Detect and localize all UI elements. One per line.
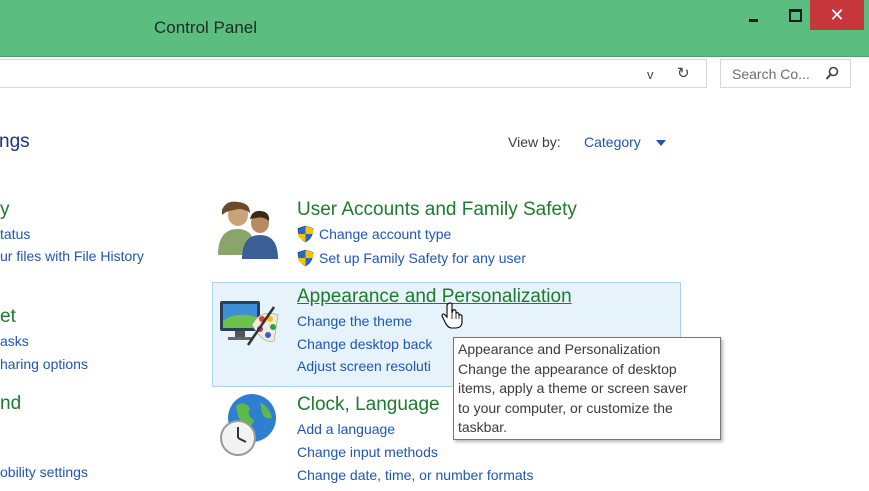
link-add-language[interactable]: Add a language: [297, 421, 395, 437]
address-bar[interactable]: v ↻: [0, 59, 707, 88]
address-dropdown-button[interactable]: v: [647, 67, 654, 82]
link-change-input-methods[interactable]: Change input methods: [297, 444, 438, 460]
tooltip-line: to your computer, or customize the: [458, 399, 673, 416]
uac-shield-icon: [297, 225, 314, 248]
users-icon[interactable]: [216, 199, 280, 264]
search-placeholder: Search Co...: [732, 66, 810, 82]
tooltip-line: items, apply a theme or screen saver: [458, 380, 688, 396]
minimize-button[interactable]: [738, 0, 768, 30]
category-appearance-title[interactable]: Appearance and Personalization: [297, 286, 572, 308]
link-change-theme[interactable]: Change the theme: [297, 313, 412, 329]
view-by-label: View by:: [508, 134, 561, 150]
hand-cursor-icon: [440, 302, 466, 335]
maximize-button[interactable]: [780, 0, 810, 30]
uac-shield-icon: [297, 249, 314, 272]
page-heading: ngs: [0, 131, 30, 152]
left-link-tasks[interactable]: asks: [0, 333, 29, 349]
monitor-palette-icon[interactable]: [218, 295, 280, 356]
left-link-sharing-options[interactable]: haring options: [0, 356, 88, 372]
search-input[interactable]: Search Co...: [720, 59, 851, 88]
link-family-safety[interactable]: Set up Family Safety for any user: [319, 250, 526, 266]
search-icon[interactable]: [825, 66, 839, 86]
link-adjust-screen-resolution[interactable]: Adjust screen resoluti: [297, 358, 431, 374]
left-category-title-3[interactable]: nd: [0, 393, 21, 415]
globe-clock-icon[interactable]: [216, 392, 280, 463]
chevron-down-icon[interactable]: [656, 140, 666, 146]
tooltip-line: Appearance and Personalization: [458, 341, 661, 357]
tooltip-line: taskbar.: [458, 419, 508, 435]
refresh-button[interactable]: ↻: [677, 64, 690, 82]
view-by-dropdown[interactable]: Category: [584, 134, 641, 150]
minimize-icon: [749, 19, 758, 22]
maximize-icon: [789, 9, 802, 22]
link-change-date-time-formats[interactable]: Change date, time, or number formats: [297, 467, 534, 483]
category-user-accounts-title[interactable]: User Accounts and Family Safety: [297, 199, 577, 221]
link-change-account-type[interactable]: Change account type: [319, 226, 451, 242]
left-category-title-2[interactable]: et: [0, 306, 16, 328]
left-link-file-history[interactable]: ur files with File History: [0, 248, 144, 264]
left-category-title-1[interactable]: y: [0, 199, 10, 221]
tooltip-line: Change the appearance of desktop: [458, 360, 677, 377]
title-bar: Control Panel ✕: [0, 0, 869, 57]
left-link-mobility-settings[interactable]: obility settings: [0, 464, 88, 480]
tooltip: Appearance and Personalization Change th…: [453, 337, 721, 440]
category-clock-language-title[interactable]: Clock, Language: [297, 394, 440, 416]
link-change-desktop-background[interactable]: Change desktop back: [297, 336, 432, 352]
left-link-status[interactable]: tatus: [0, 226, 30, 242]
close-button[interactable]: ✕: [810, 0, 864, 30]
close-icon: ✕: [829, 5, 845, 26]
window-title: Control Panel: [154, 18, 258, 37]
